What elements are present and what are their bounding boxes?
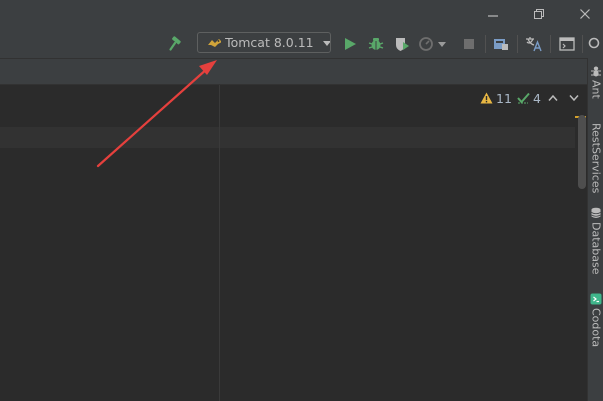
project-structure-icon <box>494 39 508 50</box>
terminal-button[interactable] <box>557 34 577 54</box>
close-icon <box>580 9 590 19</box>
toolbar-separator <box>517 35 518 53</box>
inspection-weak-warnings-widget[interactable]: 4 <box>517 89 541 107</box>
caret-line-highlight <box>0 127 575 148</box>
run-configuration-selector[interactable]: Tomcat 8.0.11 <box>197 32 331 53</box>
restore-icon <box>534 9 544 19</box>
profiler-icon <box>419 37 433 51</box>
search-everywhere-button[interactable] <box>588 34 603 54</box>
tool-tab-label: Ant <box>589 80 603 99</box>
translate-icon <box>526 37 542 52</box>
chevron-up-icon <box>548 94 558 101</box>
main-toolbar: Tomcat 8.0.11 <box>0 29 603 58</box>
database-icon <box>591 207 601 218</box>
close-window-button[interactable] <box>573 4 597 24</box>
profile-button[interactable] <box>418 34 450 54</box>
search-icon <box>588 37 600 49</box>
run-with-coverage-button[interactable] <box>392 34 412 54</box>
toolbar-separator <box>550 35 551 53</box>
play-icon <box>345 38 356 50</box>
restore-button[interactable] <box>527 4 551 24</box>
inspection-warnings-widget[interactable]: 11 <box>480 89 512 107</box>
warning-icon <box>480 92 493 104</box>
tool-tab-codota[interactable]: Codota <box>588 293 603 347</box>
chevron-down-icon <box>569 95 579 102</box>
tool-tab-label: Database <box>589 222 603 275</box>
build-button[interactable] <box>166 34 186 54</box>
debug-button[interactable] <box>366 34 386 54</box>
tool-tab-database[interactable]: Database <box>588 207 603 275</box>
terminal-icon <box>559 37 575 51</box>
minimize-icon <box>488 15 498 17</box>
coverage-shield-icon <box>396 38 409 51</box>
right-tool-window-bar: Ant RestServices Database Codota <box>587 58 603 401</box>
chevron-down-icon <box>322 40 330 46</box>
toolbar-separator <box>485 35 486 53</box>
check-icon <box>517 92 530 104</box>
next-highlight-button[interactable] <box>569 89 579 107</box>
hammer-icon <box>169 36 181 51</box>
stop-button[interactable] <box>459 34 479 54</box>
toolbar-separator <box>582 35 583 53</box>
warning-count: 11 <box>496 90 512 106</box>
minimize-button[interactable] <box>481 4 505 24</box>
right-margin-guide <box>219 85 220 401</box>
tomcat-icon <box>208 38 222 47</box>
stop-icon <box>464 39 474 49</box>
bug-icon <box>368 38 384 50</box>
project-structure-button[interactable] <box>491 34 511 54</box>
tool-tab-label: Codota <box>589 308 603 348</box>
tool-tab-restservices[interactable]: RestServices <box>588 120 603 193</box>
editor-tabs-bar <box>0 58 587 85</box>
vertical-scrollbar-thumb[interactable] <box>578 115 586 189</box>
codota-icon <box>590 293 602 305</box>
run-configuration-label: Tomcat 8.0.11 <box>225 35 314 50</box>
chevron-down-icon <box>438 42 446 47</box>
tool-tab-label: RestServices <box>589 123 603 194</box>
run-button[interactable] <box>340 34 360 54</box>
tool-tab-ant[interactable]: Ant <box>588 65 603 99</box>
code-editor[interactable]: 11 4 <box>0 85 587 401</box>
window-title-bar <box>0 0 603 29</box>
translate-button[interactable] <box>524 34 544 54</box>
weak-warning-count: 4 <box>533 90 541 106</box>
previous-highlight-button[interactable] <box>548 89 558 107</box>
ant-icon <box>591 66 601 77</box>
